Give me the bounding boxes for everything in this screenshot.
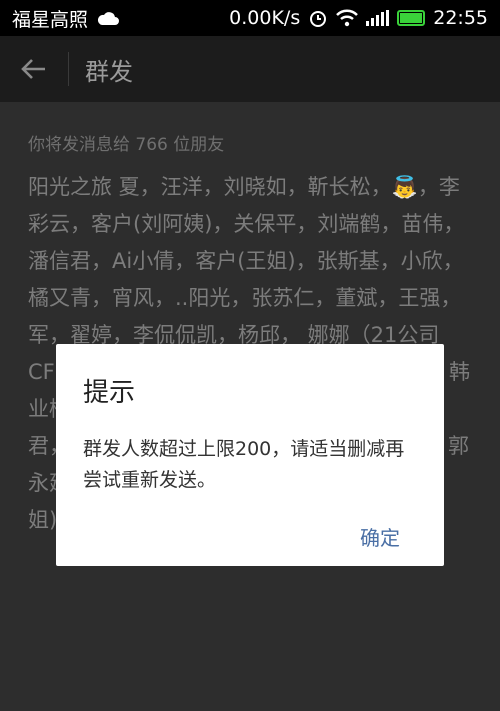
alert-dialog: 提示 群发人数超过上限200，请适当删减再尝试重新发送。 确定 bbox=[56, 344, 444, 566]
dialog-overlay: 提示 群发人数超过上限200，请适当删减再尝试重新发送。 确定 bbox=[0, 0, 500, 711]
dialog-message: 群发人数超过上限200，请适当删减再尝试重新发送。 bbox=[83, 438, 405, 491]
confirm-button[interactable]: 确定 bbox=[360, 522, 400, 551]
dialog-title: 提示 bbox=[83, 378, 136, 408]
